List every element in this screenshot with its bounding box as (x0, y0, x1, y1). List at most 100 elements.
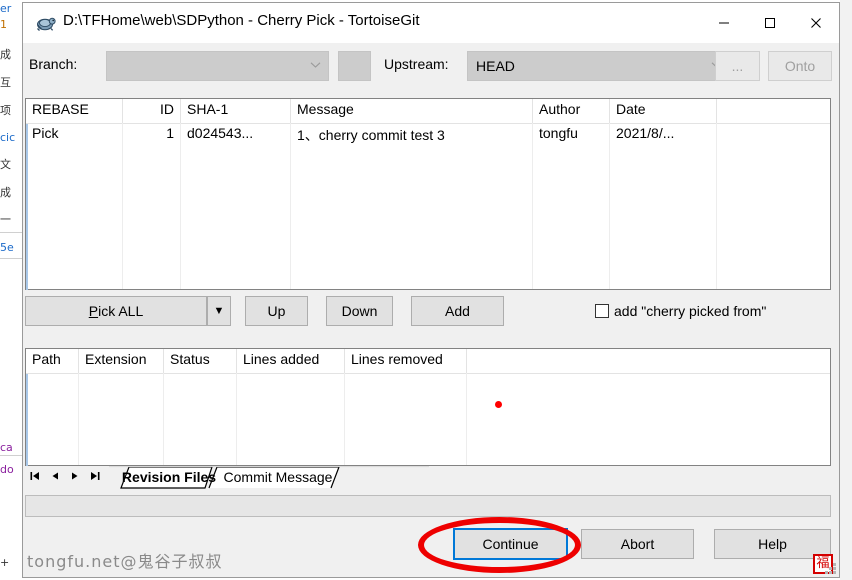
bg-fragment: 1 (0, 18, 7, 31)
bg-fragment: 互 (0, 76, 11, 89)
column-divider[interactable] (78, 373, 79, 465)
tab-revision-files[interactable]: Revision Files (122, 466, 216, 488)
nav-first-button[interactable] (25, 466, 45, 486)
column-header-lines-removed[interactable]: Lines removed (345, 349, 467, 373)
cell-id: 1 (123, 124, 181, 146)
revision-files-list[interactable]: Path Extension Status Lines added Lines … (25, 348, 831, 466)
column-divider[interactable] (236, 373, 237, 465)
commit-list[interactable]: REBASE ID SHA-1 Message Author Date Pick… (25, 98, 831, 290)
column-header-author[interactable]: Author (533, 99, 610, 123)
background-editor-strip: er 1 成 互 项 cic 文 成 一 5e ca do + (0, 0, 22, 580)
browse-upstream-button[interactable]: ... (715, 51, 760, 81)
first-icon (30, 472, 39, 480)
checkbox-box[interactable] (595, 304, 609, 318)
table-row[interactable]: Pick 1 d024543... 1、cherry commit test 3… (26, 124, 830, 146)
column-header-file-extra[interactable] (467, 349, 830, 373)
file-list-header: Path Extension Status Lines added Lines … (26, 349, 830, 374)
bg-fragment: 项 (0, 104, 11, 117)
nav-next-button[interactable] (65, 466, 85, 486)
bg-divider (0, 258, 22, 259)
bg-fragment: 成 (0, 48, 11, 61)
progress-bar (25, 495, 831, 517)
bg-divider (0, 455, 22, 456)
cherry-pick-dialog: D:\TFHome\web\SDPython - Cherry Pick - T… (22, 2, 840, 578)
list-focus-indicator (26, 374, 28, 466)
column-header-id[interactable]: ID (123, 99, 181, 123)
list-focus-indicator (26, 124, 28, 290)
nav-previous-button[interactable] (45, 466, 65, 486)
caret-down-icon: ▼ (213, 305, 225, 317)
column-header-sha1[interactable]: SHA-1 (181, 99, 291, 123)
checkbox-label: add "cherry picked from" (614, 303, 767, 319)
red-dot-marker (495, 401, 502, 408)
minimize-button[interactable] (701, 3, 747, 43)
commit-list-body[interactable]: Pick 1 d024543... 1、cherry commit test 3… (26, 124, 830, 290)
close-button[interactable] (793, 3, 839, 43)
down-button[interactable]: Down (326, 296, 393, 326)
onto-button[interactable]: Onto (768, 51, 832, 81)
maximize-button[interactable] (747, 3, 793, 43)
branch-label: Branch: (29, 56, 78, 72)
pick-all-button[interactable]: Pick ALL (25, 296, 207, 326)
column-divider[interactable] (716, 123, 717, 289)
column-divider[interactable] (609, 123, 610, 289)
bg-fragment: + (0, 556, 10, 569)
close-icon (811, 18, 821, 28)
tab-strip: Revision Files Commit Message (109, 466, 429, 489)
column-header-extra[interactable] (717, 99, 830, 123)
nav-last-button[interactable] (85, 466, 105, 486)
title-bar: D:\TFHome\web\SDPython - Cherry Pick - T… (23, 3, 839, 44)
column-header-rebase[interactable]: REBASE (26, 99, 123, 123)
abort-button[interactable]: Abort (581, 529, 694, 559)
resize-grip[interactable] (825, 563, 837, 575)
column-divider[interactable] (532, 123, 533, 289)
column-divider[interactable] (290, 123, 291, 289)
upstream-combobox[interactable]: HEAD (467, 51, 730, 81)
column-header-message[interactable]: Message (291, 99, 533, 123)
window-title: D:\TFHome\web\SDPython - Cherry Pick - T… (63, 12, 420, 29)
column-divider[interactable] (180, 123, 181, 289)
branch-combobox[interactable] (106, 51, 329, 81)
minimize-icon (719, 22, 729, 24)
cell-message: 1、cherry commit test 3 (291, 124, 533, 146)
watermark-text: tongfu.net@鬼谷子叔叔 (27, 552, 223, 571)
bg-fragment: do (0, 463, 14, 476)
column-header-status[interactable]: Status (164, 349, 237, 373)
cell-extra (717, 124, 830, 146)
background-right-strip (840, 0, 852, 580)
upstream-value: HEAD (476, 58, 515, 74)
cell-author: tongfu (533, 124, 610, 146)
bg-fragment: 文 (0, 158, 11, 171)
last-icon (91, 472, 100, 480)
pick-all-dropdown-button[interactable]: ▼ (207, 296, 231, 326)
branch-extra-box[interactable] (338, 51, 371, 81)
bg-divider (0, 232, 22, 233)
column-header-path[interactable]: Path (26, 349, 79, 373)
up-button[interactable]: Up (245, 296, 308, 326)
bg-fragment: ca (0, 441, 13, 454)
bg-fragment: 5e (0, 241, 14, 254)
column-header-date[interactable]: Date (610, 99, 717, 123)
tab-commit-message[interactable]: Commit Message (219, 466, 337, 488)
chevron-down-icon (302, 60, 328, 72)
bg-fragment: cic (0, 131, 16, 144)
maximize-icon (765, 18, 775, 28)
cell-rebase: Pick (26, 124, 123, 146)
cherry-picked-from-checkbox[interactable]: add "cherry picked from" (595, 303, 766, 319)
file-list-body[interactable] (26, 374, 830, 466)
column-divider[interactable] (122, 123, 123, 289)
pick-all-label: Pick ALL (88, 303, 144, 319)
tortoise-icon (34, 12, 56, 34)
commit-list-header: REBASE ID SHA-1 Message Author Date (26, 99, 830, 124)
column-header-lines-added[interactable]: Lines added (237, 349, 345, 373)
column-divider[interactable] (163, 373, 164, 465)
continue-button[interactable]: Continue (454, 529, 567, 559)
column-divider[interactable] (466, 373, 467, 465)
cell-date: 2021/8/... (610, 124, 717, 146)
cell-sha1: d024543... (181, 124, 291, 146)
previous-icon (52, 472, 58, 480)
upstream-label: Upstream: (384, 56, 449, 72)
add-button[interactable]: Add (411, 296, 504, 326)
column-divider[interactable] (344, 373, 345, 465)
column-header-extension[interactable]: Extension (79, 349, 164, 373)
